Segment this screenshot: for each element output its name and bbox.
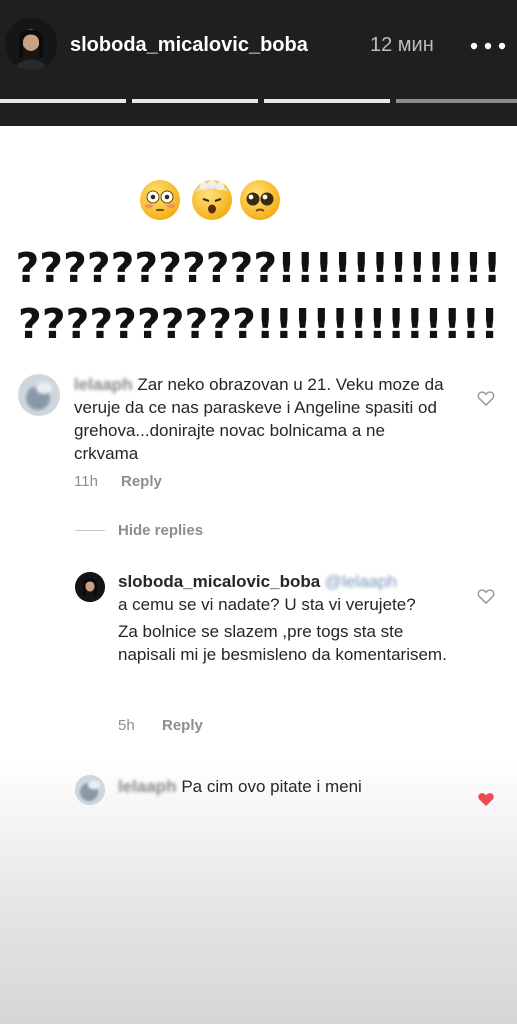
avatar-image [5, 18, 57, 70]
hide-replies-divider [75, 530, 105, 531]
story-progress-segment [132, 99, 258, 103]
heart-outline-icon[interactable] [476, 586, 496, 606]
reply-username[interactable]: sloboda_micalovic_boba [118, 572, 320, 591]
story-timestamp: 12 мин [370, 34, 434, 56]
comment-text: Pa cim ovo pitate i meni [181, 777, 362, 796]
commenter-avatar[interactable] [18, 374, 60, 416]
hide-replies-button[interactable]: Hide replies [118, 522, 203, 539]
reply-mention[interactable]: @lelaaph [325, 572, 397, 591]
comment-body: lelaaph Pa cim ovo pitate i meni [118, 775, 458, 798]
story-progress-segment [264, 99, 390, 103]
pleading-face-icon [240, 180, 280, 220]
reply-text-part-1: a cemu se vi nadate? U sta vi verujete? [118, 595, 416, 614]
story-progress-segment [0, 99, 126, 103]
story-text-line-1: ???????????!!!!!!!!!!!! [15, 244, 502, 292]
exploding-head-icon [192, 180, 232, 220]
story-text-line-2: ??????????!!!!!!!!!!!!! [18, 300, 499, 348]
flushed-face-icon [140, 180, 180, 220]
story-progress-segment [396, 99, 517, 103]
profile-avatar[interactable] [5, 18, 57, 70]
story-header: sloboda_micalovic_boba 12 мин [0, 0, 517, 126]
owner-avatar[interactable] [75, 572, 105, 602]
reply-body: sloboda_micalovic_boba @lelaaph a cemu s… [118, 570, 448, 666]
heart-filled-icon[interactable] [476, 789, 496, 809]
comment-age: 11h [74, 473, 98, 490]
reply-age: 5h [118, 717, 135, 734]
commenter-username[interactable]: lelaaph [118, 777, 177, 796]
commenter-username[interactable]: lelaaph [74, 375, 133, 394]
reply-reply-button[interactable]: Reply [162, 717, 203, 734]
emoji-row [140, 180, 280, 224]
more-horizontal-icon[interactable] [468, 34, 514, 58]
heart-outline-icon[interactable] [476, 388, 496, 408]
reply-button[interactable]: Reply [121, 473, 162, 490]
comment-body: lelaaph Zar neko obrazovan u 21. Veku mo… [74, 373, 446, 465]
commenter-avatar[interactable] [75, 775, 105, 805]
story-username[interactable]: sloboda_micalovic_boba [70, 34, 308, 57]
reply-text-part-2: Za bolnice se slazem ,pre togs sta ste n… [118, 622, 447, 664]
